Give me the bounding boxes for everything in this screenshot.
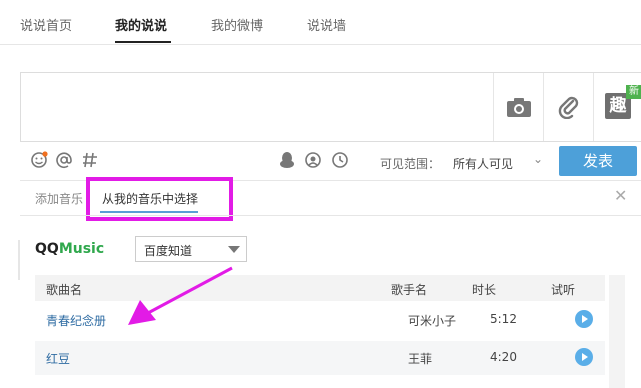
top-tab-bar: 说说首页 我的说说 我的微博 说说墙 — [0, 0, 641, 50]
hashtag-icon[interactable] — [81, 151, 99, 169]
attachment-button[interactable] — [543, 73, 593, 141]
emoji-icon[interactable] — [30, 151, 48, 169]
clock-icon[interactable] — [331, 151, 349, 169]
table-row[interactable]: 青春纪念册 可米小子 5:12 — [35, 303, 605, 337]
visibility-label: 可见范围： — [380, 157, 441, 171]
compose-toolbar: 可见范围： 所有人可见 ⌄ 发表 — [20, 142, 641, 180]
camera-icon — [506, 96, 532, 118]
active-tab-underline — [115, 41, 171, 43]
location-icon[interactable] — [304, 151, 322, 169]
tab-my-posts[interactable]: 我的说说 — [115, 15, 167, 34]
table-row[interactable]: 红豆 王菲 4:20 — [35, 341, 605, 375]
song-duration: 4:20 — [490, 350, 517, 364]
column-artist: 歌手名 — [391, 283, 428, 297]
tab-divider — [0, 44, 641, 45]
song-title[interactable]: 青春纪念册 — [46, 312, 106, 329]
sub-tab-divider — [20, 215, 641, 216]
chevron-down-icon[interactable]: ⌄ — [533, 152, 543, 166]
attachment-icon — [557, 95, 581, 119]
fun-button[interactable]: 趣 新 — [593, 73, 641, 141]
artist-name: 可米小子 — [408, 314, 457, 328]
song-duration: 5:12 — [490, 312, 517, 326]
artist-name: 王菲 — [408, 352, 433, 366]
compose-box: 趣 新 — [20, 72, 641, 142]
page: 说说首页 我的说说 我的微博 说说墙 趣 新 可见范围： 所有人可见 ⌄ 发表 … — [0, 0, 641, 388]
visibility-select[interactable]: 所有人可见 — [453, 155, 513, 172]
chevron-down-icon[interactable] — [228, 246, 240, 253]
table-header: 歌曲名 歌手名 时长 试听 — [35, 275, 605, 301]
panel-edge — [18, 240, 20, 280]
tab-home[interactable]: 说说首页 — [20, 15, 72, 34]
song-title[interactable]: 红豆 — [46, 350, 70, 367]
qq-penguin-icon[interactable] — [278, 151, 296, 169]
column-preview: 试听 — [551, 283, 576, 297]
column-song: 歌曲名 — [46, 283, 83, 297]
tab-post-wall[interactable]: 说说墙 — [307, 15, 346, 34]
tab-add-music[interactable]: 添加音乐 — [35, 190, 83, 207]
qqmusic-logo: QQMusic — [35, 241, 105, 257]
publish-button[interactable]: 发表 — [559, 146, 637, 176]
photo-button[interactable] — [493, 73, 543, 141]
close-icon[interactable]: ✕ — [614, 186, 627, 205]
mention-icon[interactable] — [55, 151, 73, 169]
music-panel: 添加音乐 从我的音乐中选择 ✕ QQMusic 百度知道 歌曲名 歌手名 时长 … — [20, 177, 641, 388]
new-badge: 新 — [626, 85, 641, 99]
compose-textarea[interactable] — [21, 73, 493, 141]
column-duration: 时长 — [472, 283, 497, 297]
tab-my-weibo[interactable]: 我的微博 — [211, 15, 263, 34]
scrollbar[interactable] — [609, 275, 625, 388]
play-icon[interactable] — [575, 348, 593, 366]
play-icon[interactable] — [575, 310, 593, 328]
